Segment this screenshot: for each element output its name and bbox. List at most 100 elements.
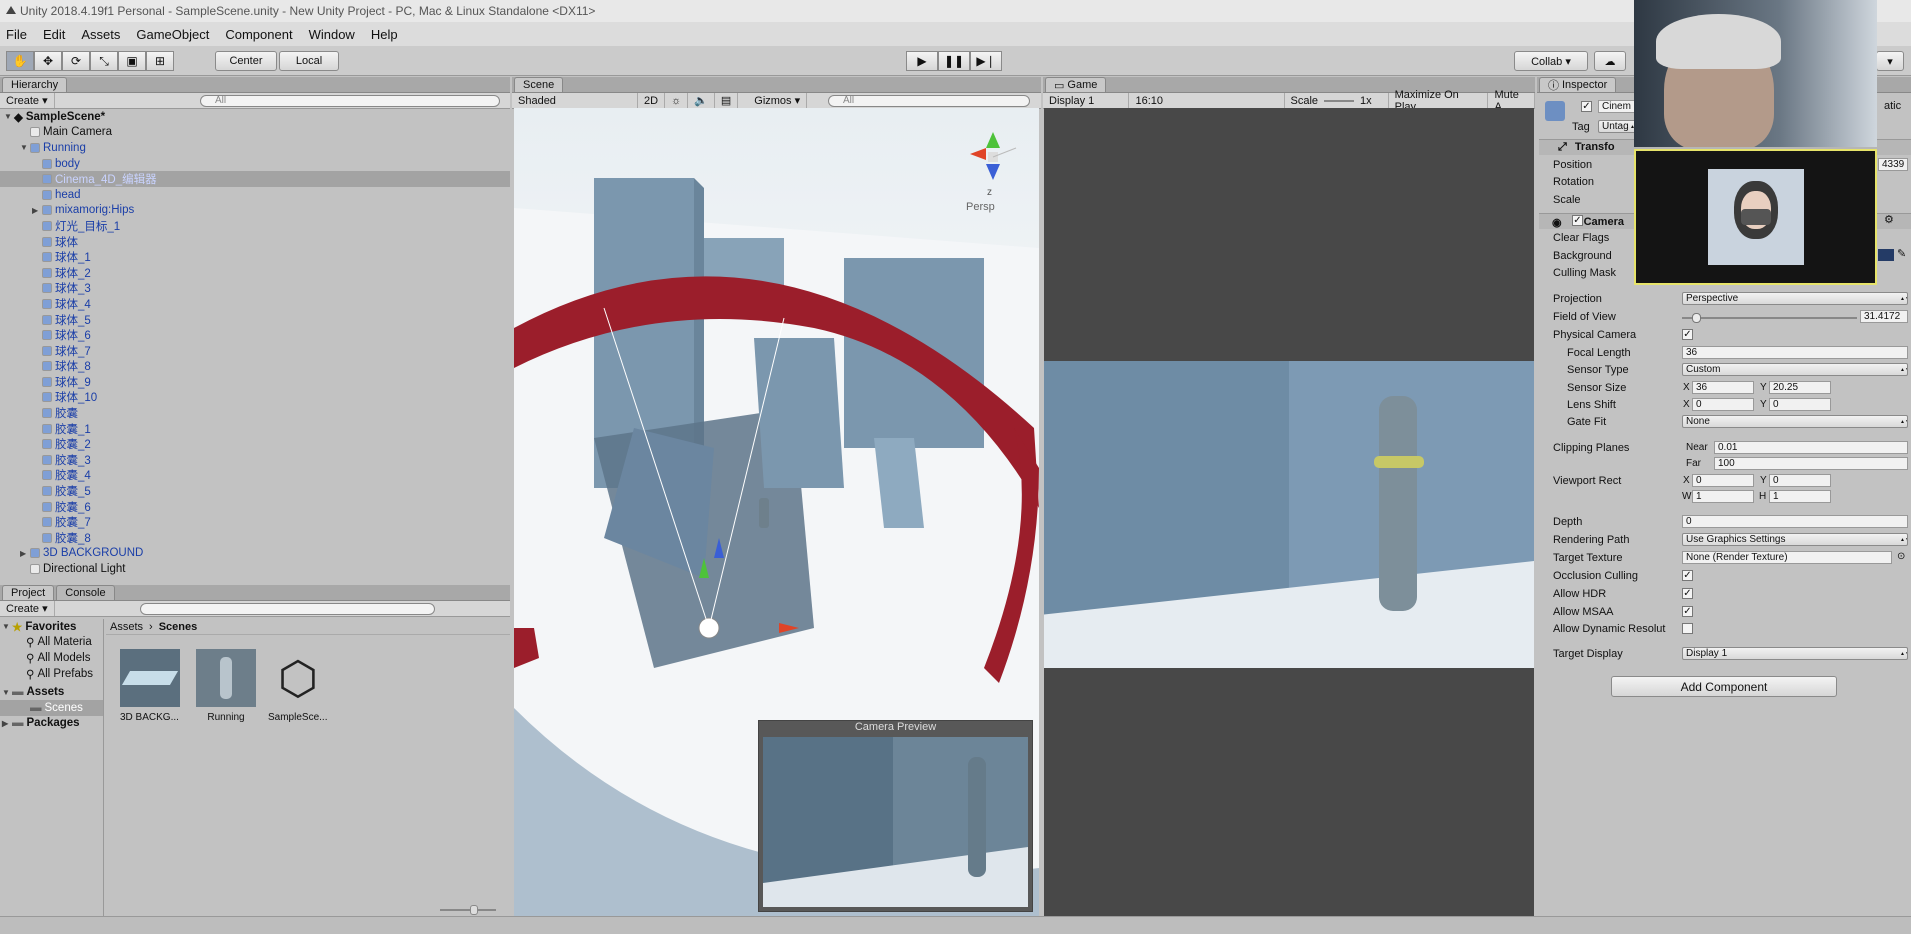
- hierarchy-row[interactable]: 胶囊_2: [0, 436, 510, 452]
- hierarchy-row[interactable]: ▶ mixamorig:Hips: [0, 203, 510, 219]
- hierarchy-row[interactable]: 球体_7: [0, 343, 510, 359]
- sensor-size-x-field[interactable]: 36: [1692, 381, 1754, 394]
- hierarchy-row[interactable]: ▼ Running: [0, 140, 510, 156]
- rect-tool-icon[interactable]: ▣: [118, 51, 146, 71]
- projection-dropdown[interactable]: Perspective: [1682, 292, 1908, 305]
- 2d-toggle[interactable]: 2D: [638, 93, 666, 108]
- component-settings-icon[interactable]: ⚙: [1884, 213, 1894, 226]
- scene-gizmo[interactable]: [968, 130, 1018, 190]
- allow-dynamic-resolution-checkbox[interactable]: [1682, 623, 1693, 634]
- hierarchy-row[interactable]: 球体_3: [0, 281, 510, 297]
- hierarchy-row[interactable]: 胶囊_5: [0, 483, 510, 499]
- rendering-path-dropdown[interactable]: Use Graphics Settings: [1682, 533, 1908, 546]
- game-viewport[interactable]: [1044, 108, 1534, 916]
- fov-field[interactable]: 31.4172: [1860, 310, 1908, 323]
- perspective-label[interactable]: Persp: [966, 201, 995, 213]
- aspect-dropdown[interactable]: 16:10: [1129, 93, 1285, 108]
- play-icon[interactable]: ▶: [906, 51, 938, 71]
- hierarchy-row[interactable]: 球体_10: [0, 390, 510, 406]
- allow-hdr-checkbox[interactable]: ✓: [1682, 588, 1693, 599]
- assets-folder-row[interactable]: ▼ ▬ Assets: [0, 684, 103, 700]
- viewport-y-field[interactable]: 0: [1769, 474, 1831, 487]
- hierarchy-row[interactable]: 胶囊_3: [0, 452, 510, 468]
- hierarchy-row[interactable]: Directional Light: [0, 561, 510, 577]
- scene-search-input[interactable]: All: [828, 94, 1030, 107]
- expand-arrow-icon[interactable]: ▶: [20, 549, 30, 558]
- gizmos-dropdown[interactable]: Gizmos ▾: [748, 93, 808, 108]
- tab-game[interactable]: ▭ Game: [1045, 77, 1107, 92]
- asset-tile[interactable]: 3D BACKG...: [120, 649, 180, 723]
- viewport-w-field[interactable]: 1: [1692, 490, 1754, 503]
- hierarchy-row[interactable]: 球体_9: [0, 374, 510, 390]
- tab-hierarchy[interactable]: Hierarchy: [2, 77, 68, 92]
- pivot-local-button[interactable]: Local: [279, 51, 339, 71]
- tab-project[interactable]: Project: [2, 585, 55, 600]
- focal-length-field[interactable]: 36: [1682, 346, 1908, 359]
- scene-viewport[interactable]: z Persp Camera Preview: [514, 108, 1039, 916]
- favorite-item[interactable]: ⚲ All Prefabs: [0, 666, 103, 682]
- project-create-button[interactable]: Create ▾: [0, 601, 55, 616]
- hierarchy-row[interactable]: 灯光_目标_1: [0, 218, 510, 234]
- hierarchy-row[interactable]: 胶囊_6: [0, 499, 510, 515]
- asset-tile[interactable]: ⬡ SampleSce...: [268, 649, 332, 723]
- hierarchy-row[interactable]: Main Camera: [0, 125, 510, 141]
- transform-tool-icon[interactable]: ⊞: [146, 51, 174, 71]
- effects-toggle-icon[interactable]: ▤: [715, 93, 739, 108]
- menu-item[interactable]: File: [6, 27, 27, 42]
- shading-mode-dropdown[interactable]: Shaded: [512, 93, 638, 108]
- target-texture-field[interactable]: None (Render Texture): [1682, 551, 1892, 564]
- hierarchy-row[interactable]: 胶囊_1: [0, 421, 510, 437]
- hierarchy-row[interactable]: 球体_6: [0, 327, 510, 343]
- add-component-button[interactable]: Add Component: [1611, 676, 1837, 697]
- menu-item[interactable]: GameObject: [136, 27, 209, 42]
- hierarchy-row[interactable]: head: [0, 187, 510, 203]
- project-search-input[interactable]: [140, 602, 435, 615]
- expand-arrow-icon[interactable]: ▼: [4, 112, 14, 121]
- favorite-item[interactable]: ⚲ All Materia: [0, 635, 103, 651]
- object-picker-icon[interactable]: ⊙: [1897, 551, 1905, 562]
- lens-shift-x-field[interactable]: 0: [1692, 398, 1754, 411]
- sensor-size-y-field[interactable]: 20.25: [1769, 381, 1831, 394]
- menu-item[interactable]: Help: [371, 27, 398, 42]
- tab-inspector[interactable]: ⓘ Inspector: [1539, 77, 1617, 92]
- hand-tool-icon[interactable]: ✋: [6, 51, 34, 71]
- hierarchy-row[interactable]: ▶ 3D BACKGROUND: [0, 546, 510, 562]
- hierarchy-row[interactable]: 球体_5: [0, 312, 510, 328]
- far-clip-field[interactable]: 100: [1714, 457, 1908, 470]
- cloud-icon[interactable]: ☁: [1594, 51, 1626, 71]
- occlusion-culling-checkbox[interactable]: ✓: [1682, 570, 1693, 581]
- hierarchy-search-input[interactable]: All: [200, 94, 500, 107]
- expand-arrow-icon[interactable]: ▼: [20, 143, 30, 152]
- lighting-toggle-icon[interactable]: ☼: [665, 93, 689, 108]
- thumbnail-size-slider[interactable]: [440, 905, 496, 915]
- active-checkbox[interactable]: ✓: [1581, 101, 1592, 112]
- fov-slider[interactable]: [1682, 313, 1857, 323]
- hierarchy-row[interactable]: 胶囊_4: [0, 468, 510, 484]
- hierarchy-row[interactable]: 球体_8: [0, 359, 510, 375]
- scene-root-row[interactable]: ▼ ◆ SampleScene*: [0, 109, 510, 125]
- hierarchy-row[interactable]: body: [0, 156, 510, 172]
- tab-scene[interactable]: Scene: [514, 77, 564, 92]
- hierarchy-row[interactable]: 胶囊: [0, 405, 510, 421]
- packages-folder-row[interactable]: ▶ ▬ Packages: [0, 716, 103, 732]
- favorite-item[interactable]: ⚲ All Models: [0, 650, 103, 666]
- sensor-type-dropdown[interactable]: Custom: [1682, 363, 1908, 376]
- move-tool-icon[interactable]: ✥: [34, 51, 62, 71]
- menu-item[interactable]: Edit: [43, 27, 65, 42]
- hierarchy-row[interactable]: 球体_2: [0, 265, 510, 281]
- layout-dropdown[interactable]: ▾: [1876, 51, 1904, 71]
- display-dropdown[interactable]: Display 1: [1043, 93, 1130, 108]
- tab-console[interactable]: Console: [56, 585, 115, 600]
- pivot-center-button[interactable]: Center: [215, 51, 277, 71]
- tag-dropdown[interactable]: Untag: [1598, 120, 1638, 133]
- hierarchy-row[interactable]: Cinema_4D_编辑器: [0, 171, 510, 187]
- scale-tool-icon[interactable]: ⤡: [90, 51, 118, 71]
- target-display-dropdown[interactable]: Display 1: [1682, 647, 1908, 660]
- hierarchy-row[interactable]: 球体_4: [0, 296, 510, 312]
- hierarchy-create-button[interactable]: Create ▾: [0, 93, 55, 108]
- collab-button[interactable]: Collab ▾: [1514, 51, 1588, 71]
- pause-icon[interactable]: ❚❚: [938, 51, 970, 71]
- near-clip-field[interactable]: 0.01: [1714, 441, 1908, 454]
- background-color-swatch[interactable]: [1878, 249, 1894, 261]
- lens-shift-y-field[interactable]: 0: [1769, 398, 1831, 411]
